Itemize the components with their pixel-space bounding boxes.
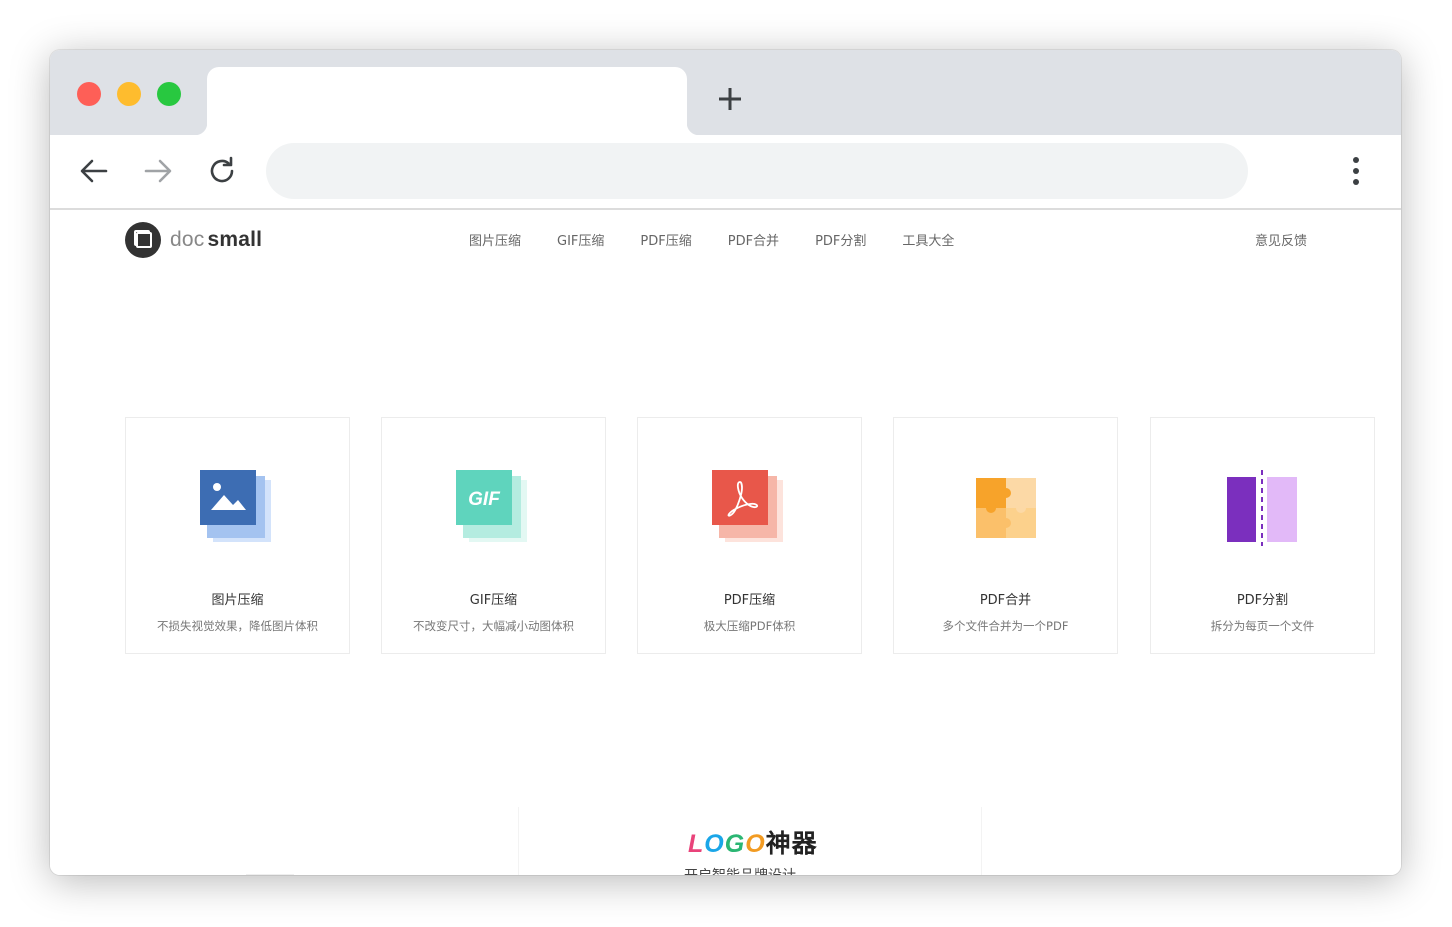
minimize-window-button[interactable] [117, 82, 141, 106]
promo-logo-letter: L [688, 830, 705, 858]
card-description: 拆分为每页一个文件 [1210, 619, 1315, 633]
promo-logo-cn: 神器 [765, 830, 818, 858]
tool-card-image-compress[interactable]: 图片压缩 不损失视觉效果，降低图片体积 [125, 417, 350, 654]
promo-logo[interactable]: LOGO神器 [688, 824, 818, 860]
tool-card-gif-compress[interactable]: GIF GIF压缩 不改变尺寸，大幅减小动图体积 [381, 417, 606, 654]
new-tab-icon[interactable] [717, 86, 743, 112]
card-description: 多个文件合并为一个PDF [942, 619, 1069, 633]
tab-bar [50, 50, 1401, 135]
browser-tab[interactable] [195, 67, 699, 135]
nav-gif-compress[interactable]: GIF压缩 [557, 230, 604, 249]
svg-text:GIF: GIF [468, 489, 501, 510]
reload-icon[interactable] [206, 155, 238, 187]
page-content: doc small 图片压缩 GIF压缩 PDF压缩 PDF合并 PDF分割 工具… [50, 210, 1401, 875]
zoom-window-button[interactable] [157, 82, 181, 106]
nav-tools[interactable]: 工具大全 [902, 230, 954, 249]
card-description: 不改变尺寸，大幅减小动图体积 [413, 619, 574, 633]
nav-pdf-merge[interactable]: PDF合并 [728, 230, 779, 249]
pdf-compress-icon [712, 470, 783, 542]
address-bar[interactable] [266, 143, 1248, 199]
card-title: PDF合并 [979, 593, 1032, 608]
browser-toolbar [50, 135, 1401, 210]
close-window-button[interactable] [77, 82, 101, 106]
image-compress-icon [200, 470, 271, 542]
back-arrow-icon[interactable] [78, 155, 110, 187]
feedback-link[interactable]: 意见反馈 [1255, 230, 1307, 249]
nav-image-compress[interactable]: 图片压缩 [469, 230, 521, 249]
nav-pdf-split[interactable]: PDF分割 [815, 230, 866, 249]
promo-logo-letter: O [745, 830, 766, 858]
forward-arrow-icon[interactable] [142, 155, 174, 187]
split-icon [1227, 470, 1297, 546]
card-description: 极大压缩PDF体积 [703, 619, 796, 633]
divider [246, 874, 294, 875]
puzzle-merge-icon [976, 478, 1036, 538]
gif-compress-icon: GIF [456, 470, 527, 542]
card-title: PDF分割 [1236, 593, 1289, 608]
tool-card-pdf-merge[interactable]: PDF合并 多个文件合并为一个PDF [893, 417, 1118, 654]
promo-logo-letter: G [724, 830, 746, 858]
card-title: PDF压缩 [723, 593, 776, 608]
site-logo[interactable]: doc small [125, 222, 262, 258]
promo-logo-letter: O [704, 830, 725, 858]
promo-subtitle: 开启智能品牌设计 [684, 865, 796, 875]
logo-mark-icon [125, 222, 161, 258]
logo-doc-text: doc [170, 228, 205, 251]
more-menu-icon[interactable] [1344, 155, 1368, 187]
card-title: GIF压缩 [469, 593, 518, 608]
browser-window: doc small 图片压缩 GIF压缩 PDF压缩 PDF合并 PDF分割 工具… [50, 50, 1401, 875]
card-description: 不损失视觉效果，降低图片体积 [157, 619, 318, 633]
main-nav: 图片压缩 GIF压缩 PDF压缩 PDF合并 PDF分割 工具大全 [469, 230, 990, 249]
tool-card-pdf-compress[interactable]: PDF压缩 极大压缩PDF体积 [637, 417, 862, 654]
logo-wordmark: doc small [170, 228, 262, 252]
nav-pdf-compress[interactable]: PDF压缩 [640, 230, 691, 249]
card-title: 图片压缩 [211, 593, 264, 608]
tool-card-pdf-split[interactable]: PDF分割 拆分为每页一个文件 [1150, 417, 1375, 654]
logo-small-text: small [207, 228, 263, 251]
